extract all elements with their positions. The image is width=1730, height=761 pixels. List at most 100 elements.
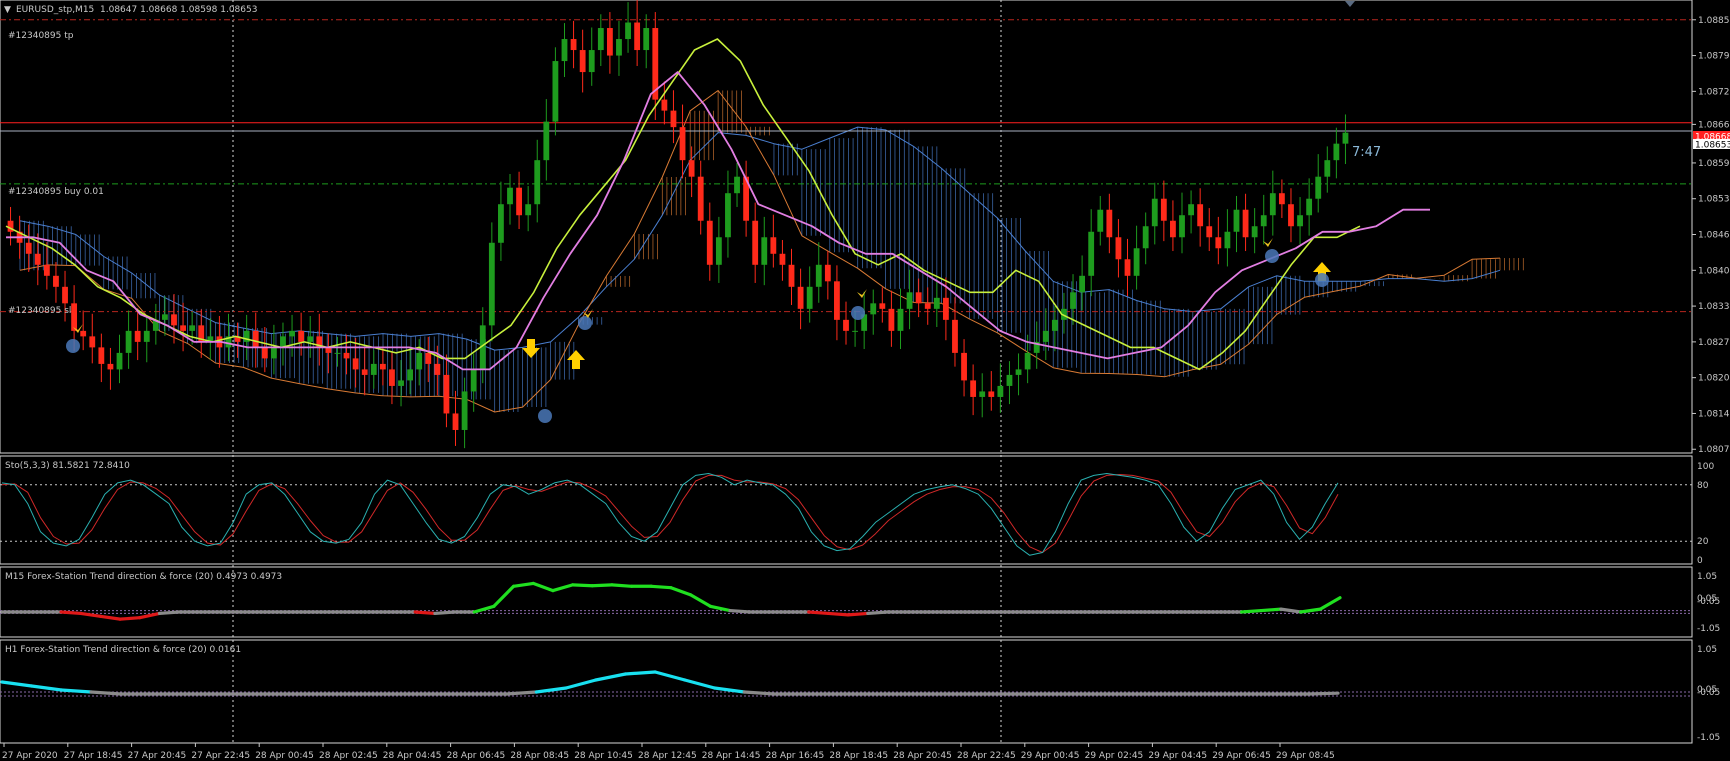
- candle-body: [661, 99, 668, 111]
- h1-trend-segment: [59, 688, 93, 694]
- candle-body: [1242, 209, 1249, 238]
- candle-body: [1097, 209, 1104, 232]
- candle-body: [952, 319, 958, 353]
- trend-m15-title: M15 Forex-Station Trend direction & forc…: [5, 572, 282, 582]
- candle-body: [834, 281, 840, 320]
- candle-body: [752, 220, 759, 265]
- candle-body: [125, 330, 132, 353]
- candle-body: [933, 297, 940, 309]
- trading-chart[interactable]: 1.08855 1.08790 1.08725 1.08665 1.08595 1.085…: [0, 0, 1730, 761]
- candle-body: [34, 253, 41, 265]
- candle-body: [534, 160, 541, 205]
- candle-body: [270, 347, 277, 359]
- m15-trend-segment: [413, 610, 437, 616]
- time-tick-label: 27 Apr 18:45: [64, 751, 123, 761]
- symbol-title: EURUSD_stp,M15: [16, 5, 94, 15]
- tp-order-label[interactable]: #12340895 tp: [8, 31, 74, 41]
- price-tick-label: 1.08205: [1698, 374, 1730, 384]
- h1-trend-segment: [505, 690, 539, 696]
- m15-trend-segment: [728, 608, 752, 614]
- price-tick-label: 1.08665: [1698, 120, 1730, 130]
- candle-body: [1042, 330, 1049, 342]
- h1-tick-label: -0.05: [1697, 688, 1720, 698]
- m15-trend-segment: [1240, 608, 1263, 614]
- candle-body: [997, 385, 1004, 397]
- candle-body: [1233, 209, 1240, 232]
- candle-body: [625, 22, 631, 40]
- sto-tick-label: 80: [1697, 481, 1709, 491]
- m15-tick-label: 1.05: [1697, 572, 1717, 582]
- time-tick-label: 28 Apr 14:45: [702, 751, 761, 761]
- candle-body: [525, 204, 532, 216]
- candle-body: [915, 292, 922, 304]
- candle-body: [1324, 160, 1331, 177]
- signal-circle-icon: [538, 409, 552, 423]
- time-tick-label: 29 Apr 04:45: [1148, 751, 1207, 761]
- m15-trend-segment: [590, 583, 614, 588]
- candle-body: [107, 363, 114, 370]
- main-pane[interactable]: [0, 0, 1693, 454]
- candle-body: [579, 50, 586, 73]
- candle-body: [352, 358, 359, 370]
- candle-body: [416, 352, 423, 370]
- bid-price-label: 1.08653: [1695, 141, 1730, 151]
- candle-body: [843, 319, 849, 331]
- candle-body: [62, 286, 68, 304]
- candle-body: [189, 325, 196, 331]
- h1-trend-segment: [89, 690, 123, 696]
- h1-trend-segment: [1306, 691, 1340, 696]
- candle-body: [1197, 204, 1204, 227]
- candle-body: [988, 391, 995, 397]
- time-tick-label: 28 Apr 00:45: [255, 751, 314, 761]
- candle-body: [1315, 176, 1322, 199]
- candle-body: [1133, 248, 1140, 276]
- candle-body: [1333, 143, 1340, 161]
- time-tick-label: 27 Apr 2020: [2, 751, 58, 761]
- candle-body: [734, 176, 740, 194]
- candle-body: [98, 347, 105, 364]
- candle-body: [679, 127, 686, 161]
- candle-body: [806, 286, 813, 309]
- sl-order-label[interactable]: #12340895 sl: [8, 306, 71, 316]
- stochastic-pane[interactable]: [0, 455, 1693, 565]
- candle-body: [924, 303, 931, 309]
- candle-body: [588, 50, 595, 73]
- candle-body: [261, 347, 268, 359]
- time-tick-label: 27 Apr 20:45: [128, 751, 187, 761]
- ohlc-values: 1.08647 1.08668 1.08598 1.08653: [100, 5, 257, 15]
- candle-body: [1051, 319, 1058, 331]
- candle-body: [1151, 198, 1158, 227]
- candle-body: [1024, 352, 1031, 370]
- countdown-timer: 7:47: [1352, 145, 1381, 160]
- candle-body: [1106, 209, 1113, 238]
- buy-order-label[interactable]: #12340895 buy 0.01: [8, 187, 104, 197]
- h1-trend-segment: [742, 690, 776, 696]
- candle-body: [1115, 237, 1122, 260]
- price-tick-label: 1.08790: [1698, 52, 1730, 62]
- candle-body: [1142, 226, 1149, 249]
- collapse-triangle-icon[interactable]: ▼: [4, 5, 11, 15]
- time-tick-label: 28 Apr 02:45: [319, 751, 378, 761]
- candle-body: [1215, 237, 1222, 249]
- signal-circle-icon: [1315, 273, 1329, 287]
- time-tick-label: 29 Apr 00:45: [1021, 751, 1080, 761]
- candle-body: [507, 187, 513, 205]
- candle-body: [570, 39, 577, 51]
- price-tick-label: 1.08270: [1698, 338, 1730, 348]
- candle-body: [89, 336, 96, 348]
- price-tick-label: 1.08335: [1698, 302, 1730, 312]
- h1-tick-label: 1.05: [1697, 645, 1717, 655]
- price-tick-label: 1.08400: [1698, 266, 1730, 276]
- candle-body: [870, 303, 877, 315]
- m15-trend-segment: [118, 616, 142, 621]
- candle-body: [979, 391, 986, 397]
- candle-body: [1224, 231, 1231, 249]
- candle-body: [1015, 369, 1022, 375]
- candle-body: [897, 308, 904, 331]
- candle-body: [443, 374, 450, 414]
- candle-body: [80, 330, 87, 337]
- candle-body: [1278, 193, 1285, 205]
- candle-body: [53, 275, 59, 287]
- candle-body: [815, 264, 822, 287]
- signal-circle-icon: [1265, 249, 1279, 263]
